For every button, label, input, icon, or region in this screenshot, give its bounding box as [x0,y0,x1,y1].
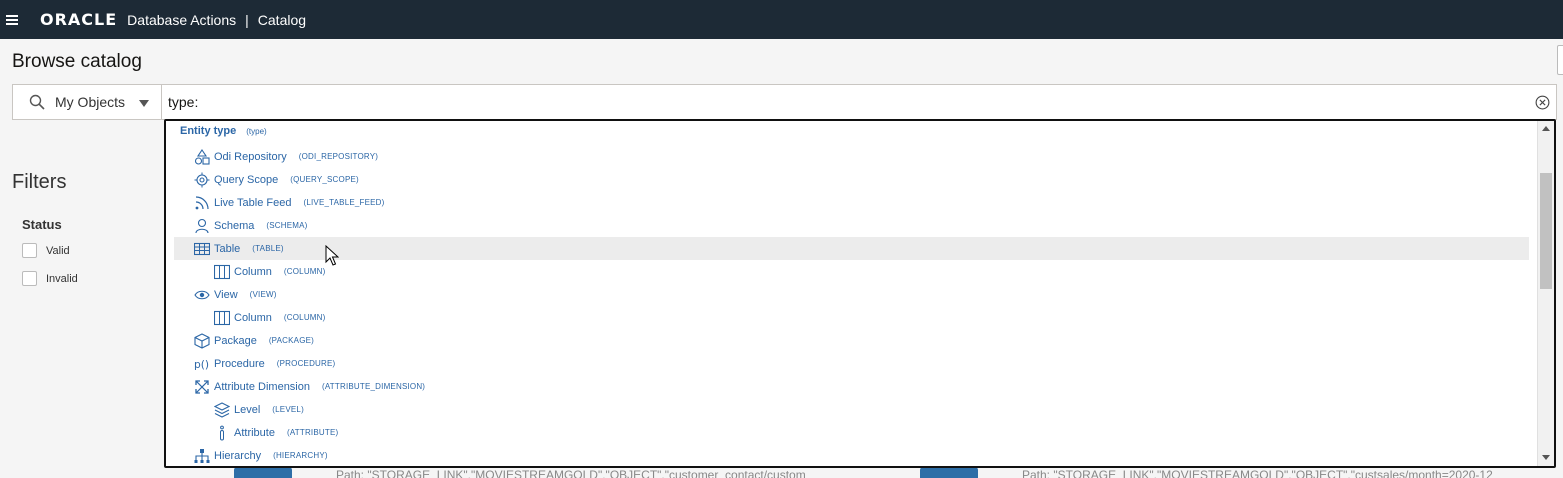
layers-icon [214,401,230,418]
oracle-logo: ORACLE [40,10,118,29]
column-icon [214,264,230,279]
result-path: Path: "STORAGE_LINK"."MOVIESTREAMGOLD"."… [336,468,806,478]
suggestion-key: (HIERARCHY) [273,451,328,460]
user-icon [195,218,209,233]
suggestion-group-header: Entity type (type) [180,125,267,137]
scrollbar-thumb[interactable] [1540,173,1552,289]
suggestion-key: (COLUMN) [283,267,326,276]
page-title: Browse catalog [12,51,142,72]
suggestion-label: Odi Repository [214,150,287,163]
shapes-icon [194,148,210,165]
suggestion-label: Package [214,334,257,347]
checkbox-box[interactable] [22,271,37,286]
suggestion-label: Procedure [214,357,265,370]
target-icon [194,172,210,187]
suggestion-label: Attribute [234,426,275,439]
filter-valid-checkbox[interactable]: Valid [22,243,70,258]
suggestion-query-scope[interactable]: Query Scope (QUERY_SCOPE) [166,168,1529,191]
suggestion-key: (ATTRIBUTE) [286,428,339,437]
title-separator: | [245,11,249,28]
suggestion-table-column[interactable]: Column (COLUMN) [166,260,1529,283]
suggestion-key: (VIEW) [249,290,277,299]
suggestion-key: (ATTRIBUTE_DIMENSION) [322,382,426,391]
suggestion-label: Column [234,311,272,324]
suggestion-key: (ODI_REPOSITORY) [298,152,379,161]
procedure-icon: p() [194,358,209,371]
suggestion-view[interactable]: View (VIEW) [166,283,1529,306]
suggestion-table[interactable]: Table (TABLE) [174,237,1529,260]
suggestion-hierarchy[interactable]: Hierarchy (HIERARCHY) [166,444,1529,466]
page-name: Catalog [257,11,307,28]
info-icon [220,425,224,440]
filter-invalid-checkbox[interactable]: Invalid [22,271,78,286]
checkbox-label: Valid [46,244,70,257]
hierarchy-icon [194,448,210,463]
suggestion-label: Table [214,242,241,255]
checkbox-box[interactable] [22,243,37,258]
entity-type-dropdown[interactable]: Entity type (type) Odi Repository (ODI_R… [164,119,1556,468]
suggestion-label: Live Table Feed [214,196,292,209]
eye-icon [194,290,210,299]
suggestion-key: (COLUMN) [283,313,326,322]
suggestion-odi-repository[interactable]: Odi Repository (ODI_REPOSITORY) [166,145,1529,168]
suggestion-label: View [214,288,238,301]
suggestion-label: Attribute Dimension [214,380,310,393]
app-title[interactable]: Database Actions [127,12,236,28]
suggestion-attribute-dimension[interactable]: Attribute Dimension (ATTRIBUTE_DIMENSION… [166,375,1529,398]
search-scope-select[interactable]: My Objects [12,84,162,120]
suggestion-key: (QUERY_SCOPE) [290,175,359,184]
column-icon [214,310,230,325]
suggestion-key: (LEVEL) [272,405,304,414]
suggestion-label: Schema [214,219,255,232]
suggestion-level[interactable]: Level (LEVEL) [166,398,1529,421]
result-path: Path: "STORAGE_LINK"."MOVIESTREAMGOLD"."… [1022,468,1493,478]
suggestion-view-column[interactable]: Column (COLUMN) [166,306,1529,329]
suggestion-key: (SCHEMA) [266,221,308,230]
main-content: Browse catalog My Objects Filters Status… [0,39,1563,478]
search-input[interactable] [168,94,1518,110]
suggestion-label: Level [234,403,261,416]
suggestion-procedure[interactable]: p() Procedure (PROCEDURE) [166,352,1529,375]
svg-text:p(): p() [194,358,209,371]
edge-button[interactable] [1557,45,1563,75]
hamburger-menu-icon[interactable] [6,13,18,27]
caret-down-icon [139,100,149,107]
object-type-icon [920,467,978,478]
clear-circle-icon[interactable] [1535,95,1550,110]
scroll-down-icon[interactable] [1542,455,1550,460]
suggestion-package[interactable]: Package (PACKAGE) [166,329,1529,352]
status-filter-label: Status [22,217,62,232]
checkbox-label: Invalid [46,272,78,285]
top-navigation-bar: ORACLE Database Actions | Catalog [0,0,1563,39]
scroll-up-icon[interactable] [1542,126,1550,131]
filters-title: Filters [12,171,67,193]
expand-icon [195,379,209,394]
suggestion-key: (LIVE_TABLE_FEED) [303,198,385,207]
table-icon [194,242,210,255]
suggestion-label: Hierarchy [214,449,262,462]
suggestion-key: (PROCEDURE) [276,359,336,368]
search-scope-label: My Objects [55,94,126,110]
suggestion-key: (PACKAGE) [268,336,315,345]
suggestion-label: Column [234,265,272,278]
suggestion-live-table-feed[interactable]: Live Table Feed (LIVE_TABLE_FEED) [166,191,1529,214]
search-icon [29,94,45,110]
package-icon [194,332,210,349]
group-header-label: Entity type [180,125,237,137]
dropdown-scrollbar[interactable] [1537,121,1554,466]
suggestion-key: (TABLE) [252,244,284,253]
feed-icon [195,195,209,209]
object-type-icon [234,467,292,478]
suggestion-schema[interactable]: Schema (SCHEMA) [166,214,1529,237]
group-header-key: (type) [246,127,267,136]
suggestion-label: Query Scope [214,173,279,186]
suggestion-attribute[interactable]: Attribute (ATTRIBUTE) [166,421,1529,444]
search-box [162,84,1557,120]
